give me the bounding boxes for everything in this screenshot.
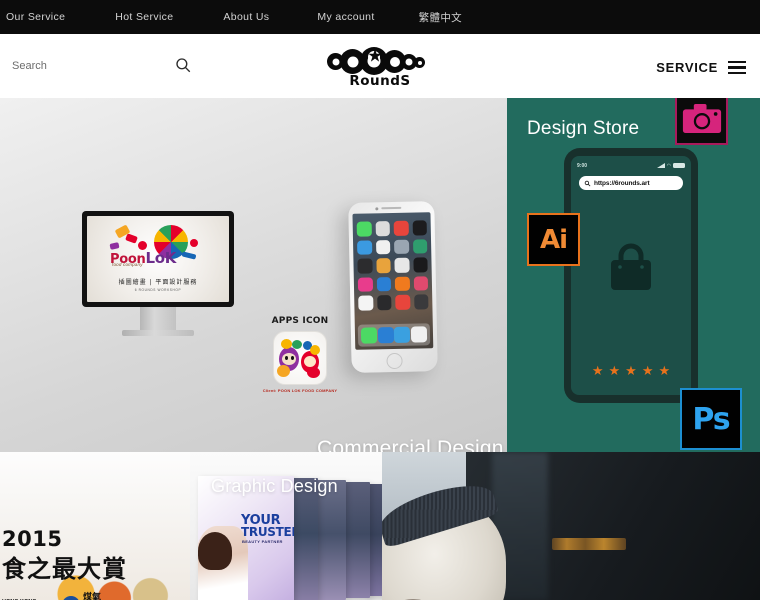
tile-design-store-title: Design Store <box>527 118 640 139</box>
logo-rings-icon <box>325 47 435 75</box>
mascot-artwork <box>277 339 323 379</box>
nav-item-our-service[interactable]: Our Service <box>6 11 65 23</box>
iphone-app-grid <box>356 220 429 311</box>
imac-screen: PoonLoK food company 插圖繪畫 | 平面設計服務 6 ROU… <box>82 211 234 307</box>
tile-graphic-design[interactable]: Graphic Design YOUR TRUSTED BEAUTY PARTN… <box>190 452 382 600</box>
brochure-subline: BEAUTY PARTNER <box>242 539 283 544</box>
monitor-caption-block: 插圖繪畫 | 平面設計服務 6 ROUNDS WORKSHOP <box>98 277 217 292</box>
phone-url-bar[interactable]: https://6rounds.art <box>579 176 683 190</box>
camera-icon <box>682 103 721 134</box>
search-container <box>12 56 192 78</box>
camera-badge <box>675 98 728 145</box>
store-phone-mockup: 9:00 ◠ https://6rounds.art ★ ★ ★ ★ ★ <box>564 148 698 403</box>
search-input[interactable] <box>12 56 162 76</box>
store-phone-screen: 9:00 ◠ https://6rounds.art ★ ★ ★ ★ ★ <box>571 156 691 395</box>
iphone-speaker <box>381 206 402 210</box>
logo-text: RoundS <box>349 73 411 89</box>
photo-warm-lights <box>552 538 626 550</box>
site-logo[interactable]: RoundS <box>322 44 438 92</box>
adobe-photoshop-badge: Ps <box>680 388 742 450</box>
wifi-icon: ◠ <box>666 162 671 169</box>
iphone-dock <box>357 323 431 347</box>
top-navigation-bar: Our Service Hot Service About Us My acco… <box>0 0 760 34</box>
monitor-caption: 插圖繪畫 | 平面設計服務 <box>118 279 198 286</box>
iphone-mockup <box>348 201 438 373</box>
signal-bars-icon <box>656 163 665 168</box>
adobe-photoshop-label: Ps <box>692 401 730 437</box>
brochure-headline-2: TRUSTED <box>241 525 294 539</box>
tile-photo-facial-mask[interactable] <box>382 452 760 600</box>
brand-tagline-text: food company <box>112 262 143 268</box>
model-hair <box>198 532 232 570</box>
phone-status-bar: 9:00 ◠ <box>577 161 685 170</box>
iphone-camera-icon <box>375 206 379 210</box>
apps-icon-showcase: APPS ICON Client: POON LOK FOOD COMPANY <box>262 316 338 402</box>
tile-award-food-expo[interactable]: 2015 食之最大賞 HONG KONG 香港中華廠商聯合會 煤氣 Townga… <box>0 452 190 600</box>
towngas-label-cn: 煤氣 <box>83 593 102 600</box>
award-year: 2015 <box>2 527 63 551</box>
search-icon <box>584 180 591 186</box>
brochure-mockup <box>316 480 346 600</box>
service-menu-button[interactable]: SERVICE <box>656 60 746 75</box>
nav-item-my-account[interactable]: My account <box>317 11 374 23</box>
search-icon[interactable] <box>174 56 192 74</box>
nav-item-about-us[interactable]: About Us <box>223 11 269 23</box>
site-header: RoundS SERVICE <box>0 34 760 96</box>
monitor-caption-secondary: 6 ROUNDS WORKSHOP <box>134 288 182 292</box>
star-icon: ★ <box>641 363 654 378</box>
imac-mockup: PoonLoK food company 插圖繪畫 | 平面設計服務 6 ROU… <box>82 211 234 339</box>
apps-icon-title: APPS ICON <box>271 316 329 326</box>
page-root: Our Service Hot Service About Us My acco… <box>0 0 760 600</box>
towngas-logo: 煤氣 Towngas <box>62 587 104 600</box>
award-text-block: 2015 食之最大賞 HONG KONG 香港中華廠商聯合會 煤氣 Townga… <box>2 527 127 600</box>
phone-url-text: https://6rounds.art <box>594 179 650 187</box>
iphone-screen <box>352 212 434 350</box>
status-bar-indicators: ◠ <box>656 162 685 169</box>
tile-commercial-design-title: Commercial Design <box>317 437 504 452</box>
adobe-illustrator-label: Ai <box>539 224 568 255</box>
towngas-flame-icon <box>62 596 80 600</box>
iphone-home-button <box>386 352 403 370</box>
imac-stand-neck <box>140 307 176 330</box>
tile-graphic-design-title: Graphic Design <box>211 476 338 496</box>
imac-stand-foot <box>122 330 194 336</box>
star-icon: ★ <box>658 363 671 378</box>
star-icon: ★ <box>625 363 637 378</box>
nav-item-hot-service[interactable]: Hot Service <box>115 11 173 23</box>
apps-icon-caption: Client: POON LOK FOOD COMPANY <box>262 388 338 393</box>
service-menu-label: SERVICE <box>656 60 718 75</box>
tile-design-store[interactable]: Design Store 9:00 ◠ https://6rounds.art … <box>507 98 760 452</box>
nav-item-language-chinese[interactable]: 繁體中文 <box>419 10 462 25</box>
award-title-chinese: 食之最大賞 <box>2 555 127 583</box>
brochure-mockup <box>344 482 370 598</box>
star-icon: ★ <box>591 363 604 378</box>
award-logo-row: HONG KONG 香港中華廠商聯合會 煤氣 Towngas <box>2 587 127 600</box>
battery-icon <box>673 162 685 169</box>
poon-lok-logo-artwork: PoonLoK food company <box>102 223 214 277</box>
status-bar-time: 9:00 <box>577 162 588 169</box>
apps-icon-tile <box>273 331 327 385</box>
tile-commercial-design[interactable]: PoonLoK food company 插圖繪畫 | 平面設計服務 6 ROU… <box>0 98 507 452</box>
hamburger-menu-icon[interactable] <box>728 60 746 75</box>
rating-stars: ★ ★ ★ ★ ★ <box>571 364 691 377</box>
showcase-row-bottom: 2015 食之最大賞 HONG KONG 香港中華廠商聯合會 煤氣 Townga… <box>0 452 760 600</box>
showcase-row-top: PoonLoK food company 插圖繪畫 | 平面設計服務 6 ROU… <box>0 98 760 452</box>
shopping-bag-icon <box>605 242 657 294</box>
star-icon: ★ <box>608 363 621 378</box>
adobe-illustrator-badge: Ai <box>527 213 580 266</box>
